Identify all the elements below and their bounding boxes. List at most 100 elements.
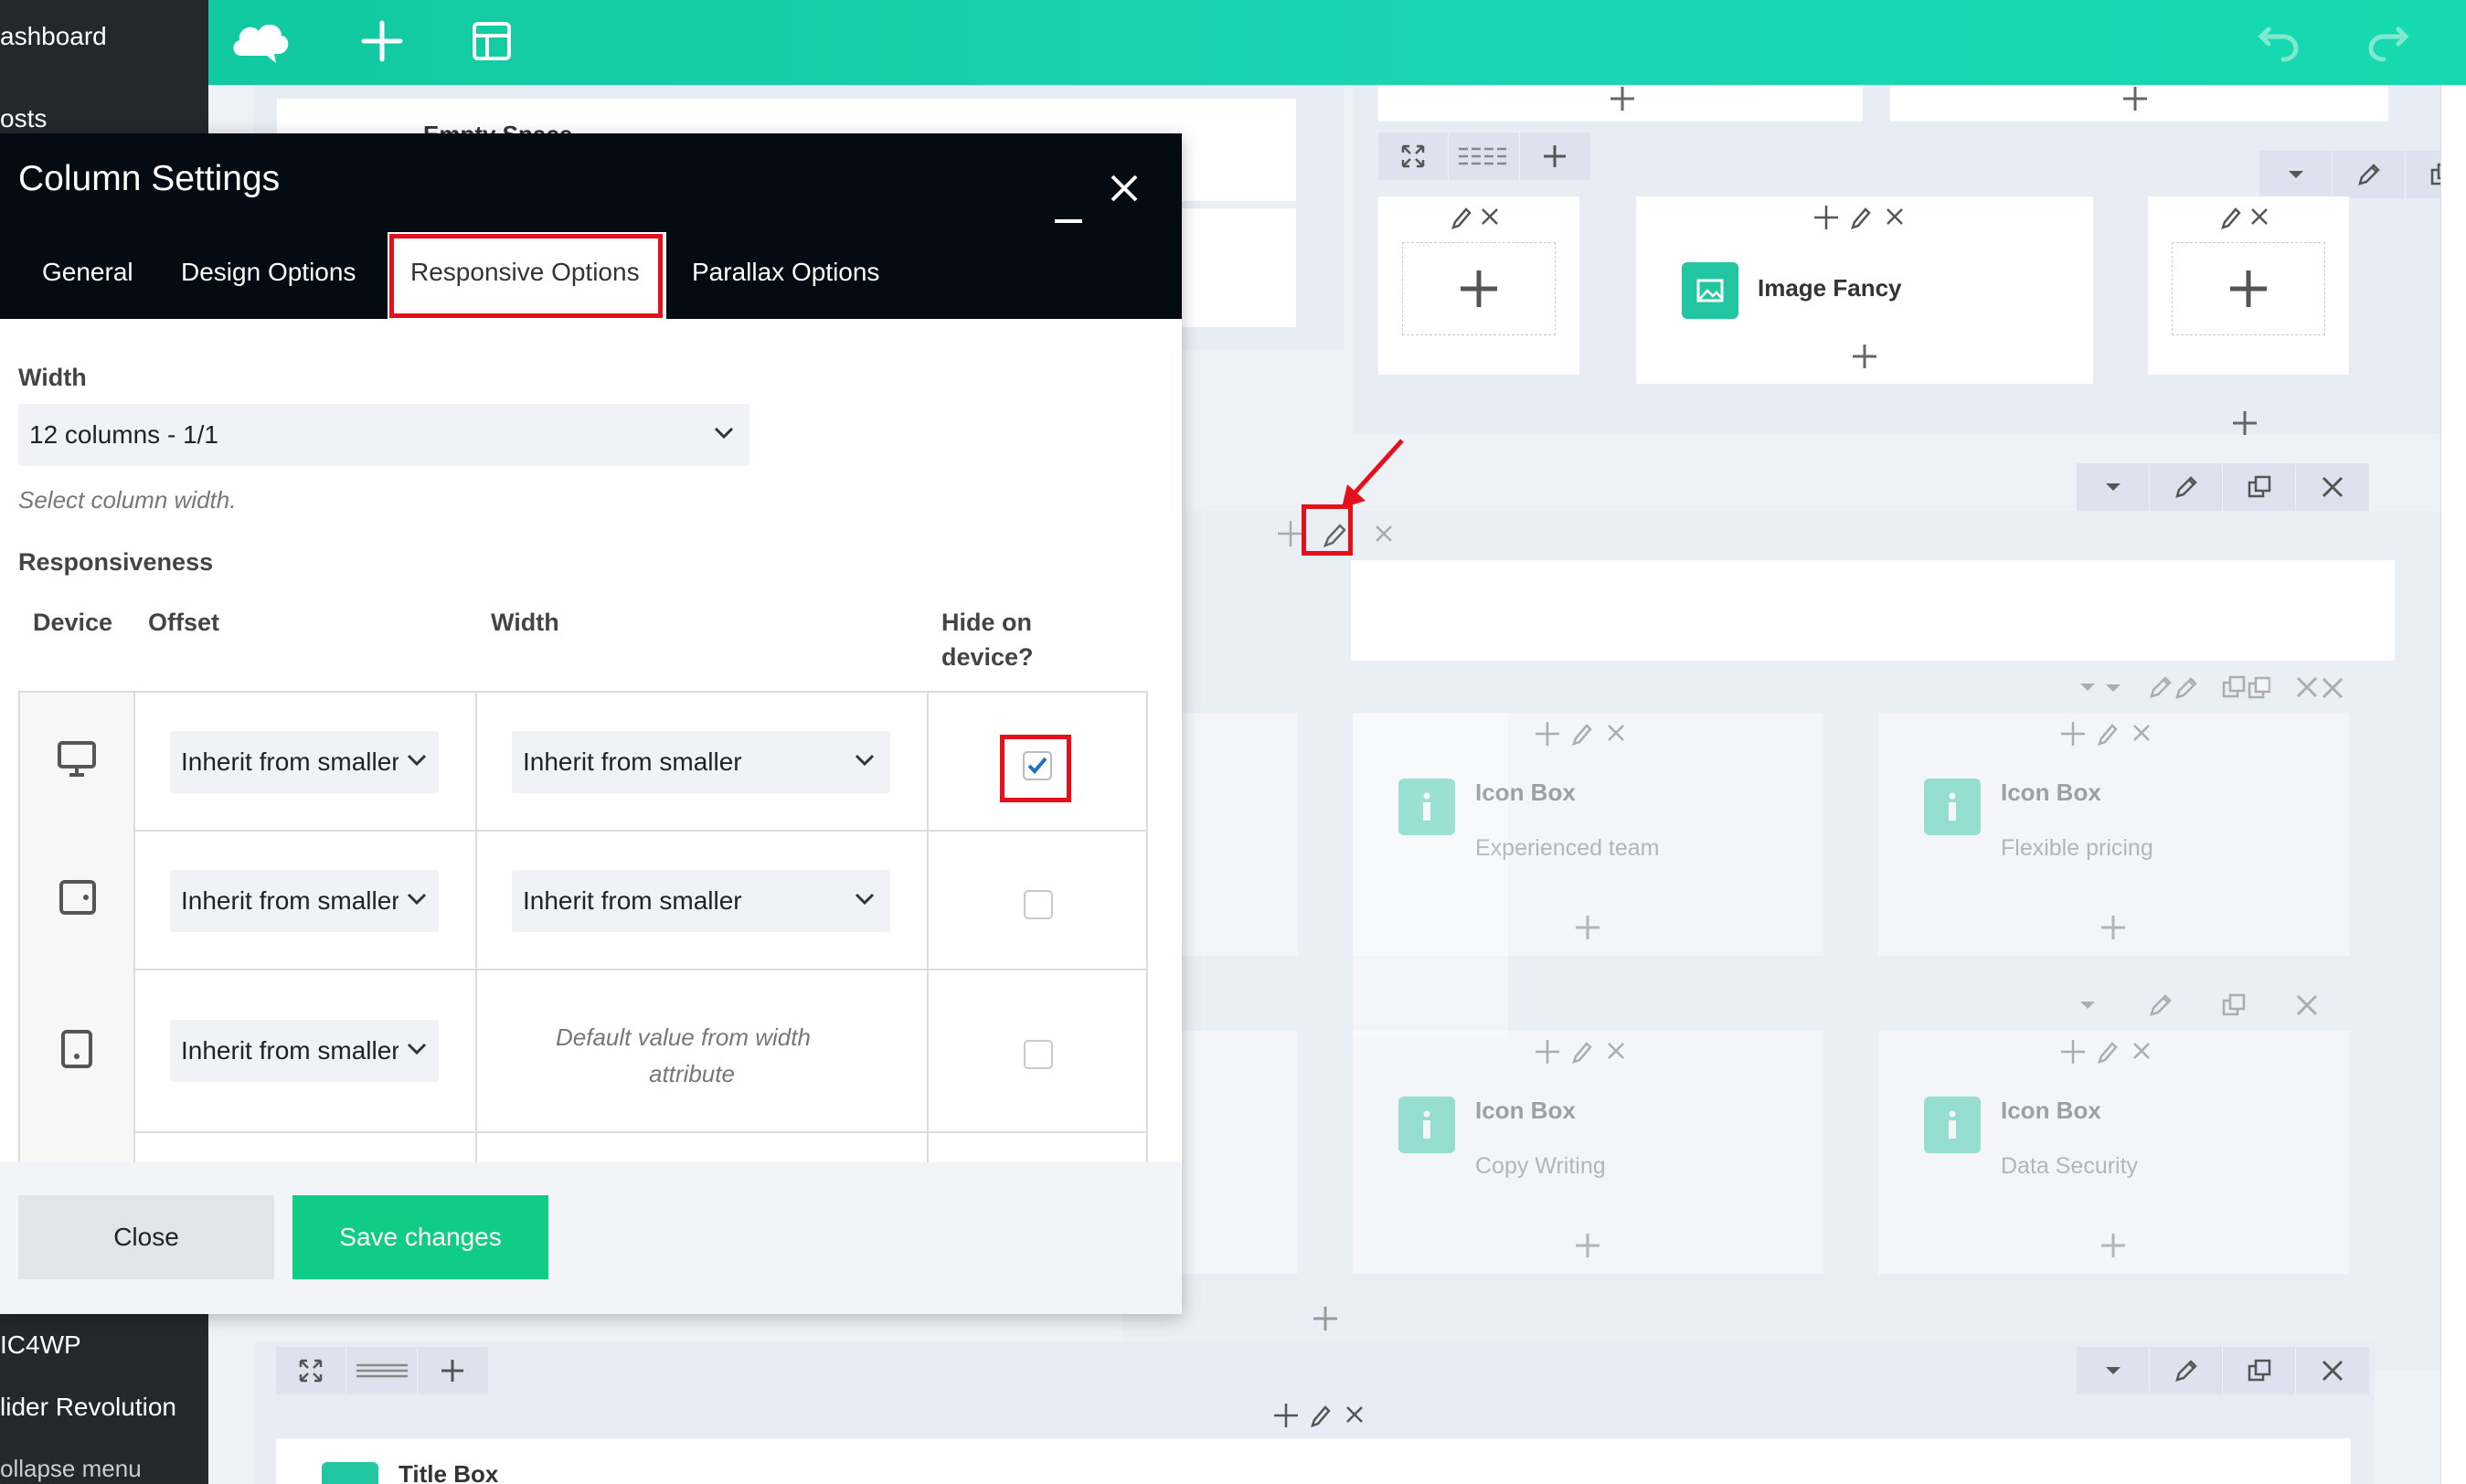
sidebar-item-posts[interactable]: osts (0, 104, 47, 133)
sidebar-item-dashboard[interactable]: ashboard (0, 22, 107, 51)
add-element-plus-icon[interactable] (1574, 1232, 1601, 1259)
image-icon (1682, 262, 1738, 319)
icon-box-card[interactable]: Icon Box Copy Writing (1353, 1031, 1823, 1274)
edit-remove-icons[interactable] (2219, 204, 2274, 231)
empty-column-add[interactable] (2172, 242, 2325, 335)
add-element-plus-icon[interactable] (1851, 343, 1878, 370)
add-edit-remove-icons[interactable] (2061, 1038, 2162, 1065)
close-button[interactable]: Close (18, 1195, 274, 1279)
info-icon (1924, 1097, 1981, 1153)
width-hint: Select column width. (18, 486, 237, 514)
edit-remove-icons[interactable] (1450, 204, 1504, 231)
offset-value: Inherit from smaller (181, 1036, 399, 1065)
table-line (18, 969, 1148, 970)
chevron-down-icon[interactable] (2077, 463, 2150, 511)
width-select[interactable]: 12 columns - 1/1 (18, 404, 749, 466)
add-element-plus-icon[interactable] (2099, 914, 2127, 941)
offset-select-tablet-portrait[interactable]: Inherit from smaller (170, 1020, 439, 1082)
pencil-icon[interactable] (2124, 663, 2197, 711)
clone-icon[interactable] (2197, 663, 2270, 711)
table-line (18, 1131, 1148, 1133)
clone-icon[interactable] (2197, 981, 2270, 1029)
chevron-down-icon[interactable] (2077, 1347, 2150, 1394)
add-element-plus-icon[interactable] (1459, 269, 1499, 309)
add-element-plus-icon[interactable] (1574, 914, 1601, 941)
table-line (18, 830, 1148, 832)
close-icon[interactable] (2296, 463, 2369, 511)
hide-tablet-portrait-checkbox[interactable] (1024, 1040, 1053, 1069)
close-icon[interactable] (1110, 174, 1139, 203)
add-edit-remove-icons[interactable] (1536, 1038, 1636, 1065)
clone-icon[interactable] (2223, 1347, 2296, 1394)
right-settings-strip (2440, 85, 2466, 1484)
close-icon[interactable] (2270, 981, 2344, 1029)
icon-box-title: Icon Box (2001, 779, 2101, 806)
redo-icon[interactable] (2356, 9, 2420, 73)
empty-column-card[interactable] (2148, 196, 2349, 375)
icon-box-card[interactable]: Icon Box Data Security (1878, 1031, 2349, 1274)
chevron-down-icon[interactable] (2051, 981, 2124, 1029)
layout-icon[interactable] (1449, 132, 1520, 180)
chevron-down-icon[interactable] (2051, 663, 2124, 711)
table-line (927, 691, 929, 1162)
title-box-card[interactable]: Title Box (276, 1438, 2351, 1484)
close-icon[interactable] (2270, 663, 2344, 711)
tablet-portrait-icon (61, 1030, 92, 1068)
templates-icon[interactable] (460, 9, 524, 73)
column-add-edit-remove-icons[interactable] (1274, 1402, 1375, 1429)
add-column-icon[interactable] (418, 1347, 488, 1394)
width-select-desktop[interactable]: Inherit from smaller (512, 731, 890, 793)
add-element-plus-icon[interactable] (2228, 269, 2269, 309)
add-column-plus-icon[interactable] (2231, 409, 2259, 437)
close-icon[interactable] (2296, 1347, 2369, 1394)
row-controls-bottom-left (276, 1347, 488, 1394)
add-element-plus-icon[interactable] (1609, 85, 1636, 112)
sidebar-item-mc4wp[interactable]: IC4WP (0, 1330, 81, 1360)
add-element-icon[interactable] (350, 9, 414, 73)
hide-tablet-landscape-checkbox[interactable] (1024, 890, 1053, 919)
add-column-icon[interactable] (1520, 132, 1590, 180)
fullscreen-icon[interactable] (1378, 132, 1450, 180)
empty-column-card[interactable] (1378, 196, 1579, 375)
sidebar-item-collapse-menu[interactable]: ollapse menu (0, 1455, 142, 1483)
width-value: Inherit from smaller (523, 747, 742, 776)
tab-general[interactable]: General (42, 258, 133, 287)
minimize-icon[interactable] (1053, 194, 1084, 225)
add-edit-remove-icons[interactable] (1814, 204, 1915, 231)
icon-box-card[interactable]: Icon Box Flexible pricing (1878, 713, 2349, 956)
col-header-offset: Offset (148, 609, 220, 636)
tab-design-options[interactable]: Design Options (181, 258, 356, 287)
width-default-hint-1: Default value from width (556, 1023, 811, 1051)
image-fancy-card[interactable]: Image Fancy (1636, 196, 2093, 384)
info-icon (1398, 1097, 1455, 1153)
logo-cloud-icon[interactable] (229, 9, 292, 73)
empty-column-add[interactable] (1402, 242, 1556, 335)
pencil-icon[interactable] (2124, 981, 2197, 1029)
offset-select-tablet-landscape[interactable]: Inherit from smaller (170, 870, 439, 932)
add-edit-remove-icons[interactable] (2061, 720, 2162, 747)
add-element-plus-icon[interactable] (2099, 1232, 2127, 1259)
layout-icon[interactable] (346, 1347, 418, 1394)
undo-icon[interactable] (2247, 9, 2311, 73)
save-changes-button[interactable]: Save changes (292, 1195, 548, 1279)
table-line (133, 691, 135, 1162)
chevron-down-icon (407, 893, 427, 906)
pencil-icon[interactable] (2333, 151, 2406, 198)
icon-box-card[interactable]: Icon Box Experienced team (1353, 713, 1823, 956)
chevron-down-icon (407, 1043, 427, 1055)
table-line (475, 691, 477, 1162)
annotation-arrow-icon (1342, 439, 1404, 508)
pencil-icon[interactable] (2150, 463, 2223, 511)
add-row-plus-icon[interactable] (1312, 1305, 1339, 1332)
fullscreen-icon[interactable] (276, 1347, 347, 1394)
clone-icon[interactable] (2223, 463, 2296, 511)
chevron-down-icon[interactable] (2259, 151, 2333, 198)
pencil-icon[interactable] (2150, 1347, 2223, 1394)
add-element-plus-icon[interactable] (2121, 85, 2149, 112)
tab-highlight-box (389, 234, 663, 318)
sidebar-item-slider-revolution[interactable]: lider Revolution (0, 1393, 176, 1422)
offset-select-desktop[interactable]: Inherit from smaller (170, 731, 439, 793)
width-select-tablet-landscape[interactable]: Inherit from smaller (512, 870, 890, 932)
add-edit-remove-icons[interactable] (1536, 720, 1636, 747)
tab-parallax-options[interactable]: Parallax Options (692, 258, 879, 287)
